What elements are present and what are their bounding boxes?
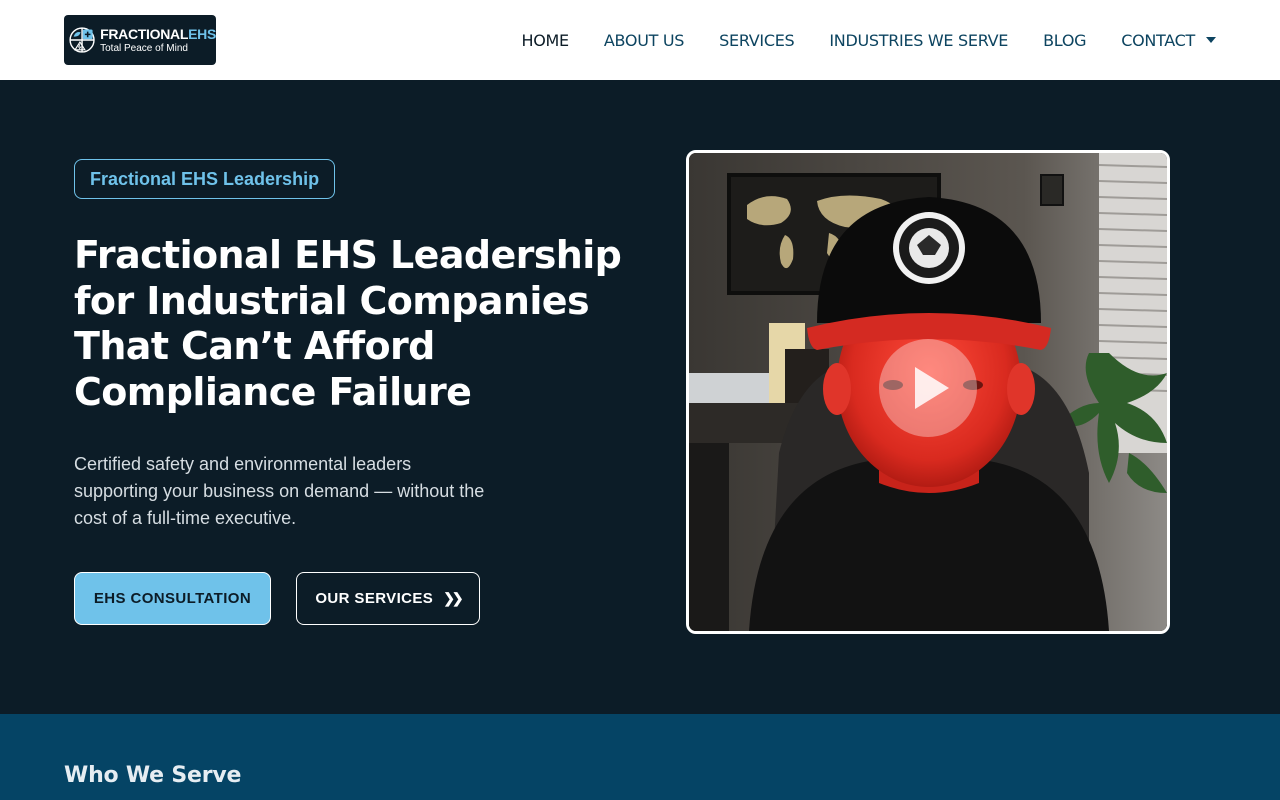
- hero-badge: Fractional EHS Leadership: [74, 159, 336, 199]
- who-we-serve-title: Who We Serve: [64, 763, 242, 788]
- logo-text: FRACTIONALEHS Total Peace of Mind: [100, 27, 216, 54]
- logo-name-main: FRACTIONAL: [100, 25, 189, 42]
- nav-blog-label: BLOG: [1043, 30, 1087, 50]
- nav-item-about-us[interactable]: ABOUT US: [603, 30, 685, 50]
- logo-name-accent: EHS: [188, 25, 216, 42]
- nav-item-contact[interactable]: CONTACT: [1121, 31, 1216, 50]
- nav-industries-label: INDUSTRIES WE SERVE: [829, 30, 1009, 50]
- nav-item-industries[interactable]: INDUSTRIES WE SERVE: [829, 31, 1008, 50]
- logo-tagline: Total Peace of Mind: [100, 42, 188, 54]
- play-button[interactable]: [879, 339, 977, 437]
- site-header: FRACTIONALEHS Total Peace of Mind HOME A…: [0, 0, 1280, 80]
- ehs-consultation-label: EHS CONSULTATION: [93, 590, 252, 607]
- nav-about-label: ABOUT US: [603, 30, 685, 50]
- brand-logo[interactable]: FRACTIONALEHS Total Peace of Mind: [64, 15, 216, 65]
- our-services-label: OUR SERVICES: [315, 590, 434, 607]
- hero-title: Fractional EHS Leadership for Industrial…: [74, 233, 622, 414]
- nav-contact-label: CONTACT: [1121, 30, 1195, 50]
- logo-wordmark: FRACTIONALEHS: [100, 27, 216, 41]
- hero-section: Fractional EHS Leadership Fractional EHS…: [0, 80, 1280, 714]
- main-nav: HOME ABOUT US SERVICES INDUSTRIES WE SER…: [522, 0, 1216, 80]
- nav-item-services[interactable]: SERVICES: [719, 30, 795, 50]
- hero-subtitle: Certified safety and environmental leade…: [74, 454, 485, 528]
- nav-services-label: SERVICES: [719, 30, 795, 50]
- logo-mark-icon: [69, 27, 95, 53]
- nav-item-blog[interactable]: BLOG: [1043, 31, 1086, 50]
- intro-video[interactable]: [686, 150, 1170, 634]
- our-services-button[interactable]: OUR SERVICES ❯❯: [296, 572, 480, 625]
- play-icon: [915, 367, 949, 409]
- caret-down-icon[interactable]: [1206, 37, 1216, 43]
- who-we-serve-section: Who We Serve: [0, 714, 1280, 800]
- nav-home-label: HOME: [521, 30, 570, 50]
- ehs-consultation-button[interactable]: EHS CONSULTATION: [74, 572, 271, 625]
- double-chevron-right-icon: ❯❯: [443, 590, 464, 606]
- nav-item-home[interactable]: HOME: [521, 30, 570, 50]
